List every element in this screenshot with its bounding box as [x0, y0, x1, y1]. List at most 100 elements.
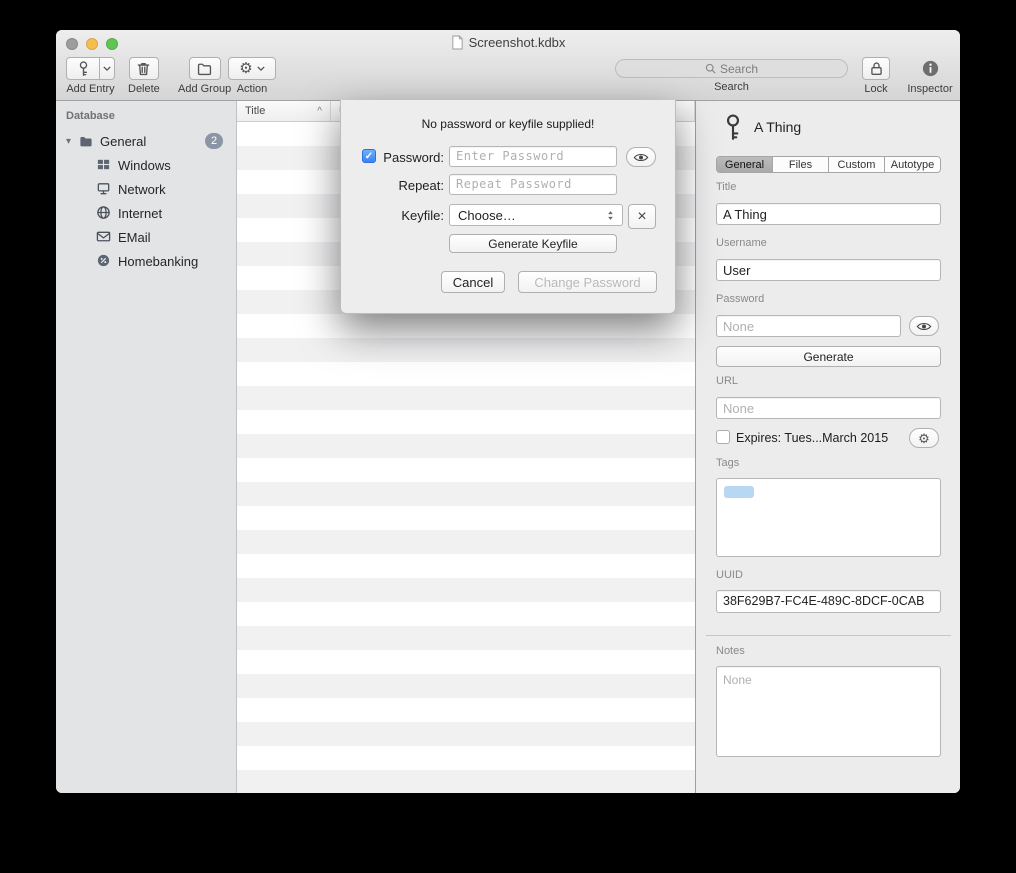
add-entry-toolbar-item: Add Entry [66, 57, 115, 95]
add-group-label: Add Group [178, 83, 231, 95]
action-button[interactable]: ⚙ [228, 57, 276, 80]
sidebar-item-label: Homebanking [118, 254, 198, 269]
search-toolbar-item: Search Search [615, 57, 848, 93]
tab-general[interactable]: General [717, 157, 773, 172]
tab-custom[interactable]: Custom [829, 157, 885, 172]
key-icon [722, 113, 744, 141]
sidebar-item-general[interactable]: ▾ General 2 [56, 129, 237, 153]
folder-icon [196, 60, 213, 77]
tags-field-label: Tags [716, 457, 739, 469]
eye-icon [633, 152, 649, 163]
search-input[interactable]: Search [615, 59, 848, 78]
sidebar-section-header: Database [66, 110, 115, 122]
network-icon [96, 181, 112, 197]
url-field-label: URL [716, 375, 738, 387]
notes-placeholder: None [723, 673, 752, 687]
sidebar-item-windows[interactable]: Windows [56, 153, 237, 177]
url-field[interactable] [716, 397, 941, 419]
add-group-button[interactable] [189, 57, 221, 80]
uuid-field-label: UUID [716, 569, 743, 581]
password-field-label: Password [716, 293, 764, 305]
repeat-label: Repeat: [341, 178, 444, 193]
sort-ascending-icon: ^ [317, 106, 322, 117]
keyfile-popup-button[interactable]: Choose… [449, 204, 623, 226]
notes-field[interactable]: None [716, 666, 941, 757]
keyfile-label: Keyfile: [341, 208, 444, 223]
generate-keyfile-button[interactable]: Generate Keyfile [449, 234, 617, 253]
generate-label: Generate [803, 350, 853, 364]
add-entry-button[interactable] [66, 57, 100, 80]
sidebar-item-label: General [100, 134, 146, 149]
show-password-button[interactable] [626, 147, 656, 167]
coin-percent-icon [96, 253, 112, 269]
trash-icon [135, 60, 152, 77]
sheet-message: No password or keyfile supplied! [341, 117, 675, 131]
chevron-down-icon [257, 66, 265, 71]
password-field[interactable] [716, 315, 901, 337]
search-label: Search [714, 81, 749, 93]
cancel-button[interactable]: Cancel [441, 271, 505, 293]
sidebar-item-email[interactable]: EMail [56, 225, 237, 249]
title-field[interactable] [716, 203, 941, 225]
section-divider [706, 635, 951, 636]
key-icon [75, 60, 92, 77]
delete-button[interactable] [129, 57, 159, 80]
inspector-panel: A Thing General Files Custom Autotype Ti… [695, 101, 960, 793]
repeat-password-input[interactable] [449, 174, 617, 195]
window-chrome: Screenshot.kdbx Add Entry Delete [56, 30, 960, 101]
tab-autotype[interactable]: Autotype [885, 157, 940, 172]
group-count-badge: 2 [205, 133, 223, 149]
column-header-title[interactable]: Title ^ [237, 101, 331, 121]
sidebar-item-network[interactable]: Network [56, 177, 237, 201]
sidebar-item-label: Network [118, 182, 166, 197]
lock-button[interactable] [862, 57, 890, 80]
action-toolbar-item: ⚙ Action [228, 57, 276, 95]
change-password-button[interactable]: Change Password [518, 271, 657, 293]
gear-icon: ⚙ [918, 432, 930, 445]
sidebar-item-internet[interactable]: Internet [56, 201, 237, 225]
uuid-field[interactable]: 38F629B7-FC4E-489C-8DCF-0CAB [716, 590, 941, 613]
generate-password-button[interactable]: Generate [716, 346, 941, 367]
notes-field-label: Notes [716, 645, 745, 657]
titlebar: Screenshot.kdbx [56, 35, 960, 50]
clear-keyfile-button[interactable]: × [628, 204, 656, 229]
close-x-icon: × [637, 208, 646, 226]
expires-settings-button[interactable]: ⚙ [909, 428, 939, 448]
expires-checkbox[interactable] [716, 430, 730, 444]
delete-label: Delete [128, 83, 160, 95]
password-sheet: No password or keyfile supplied! ✓ Passw… [340, 100, 676, 314]
disclosure-triangle-icon[interactable]: ▾ [66, 136, 78, 147]
expires-label: Expires: Tues...March 2015 [736, 431, 888, 445]
username-field-label: Username [716, 237, 767, 249]
inspector-label: Inspector [907, 83, 952, 95]
password-label: Password: [341, 150, 444, 165]
sidebar-item-label: Windows [118, 158, 171, 173]
document-proxy-icon [451, 35, 464, 50]
username-field[interactable] [716, 259, 941, 281]
inspector-button[interactable] [921, 57, 940, 80]
cancel-label: Cancel [453, 275, 493, 290]
action-label: Action [237, 83, 268, 95]
gear-icon: ⚙ [239, 61, 252, 76]
change-password-label: Change Password [534, 275, 640, 290]
column-header-label: Title [245, 105, 265, 117]
info-circle-icon [921, 59, 940, 78]
sidebar-item-homebanking[interactable]: Homebanking [56, 249, 237, 273]
tag-chip[interactable] [724, 486, 754, 498]
add-entry-label: Add Entry [66, 83, 114, 95]
app-window: Screenshot.kdbx Add Entry Delete [56, 30, 960, 793]
tags-field[interactable] [716, 478, 941, 557]
stepper-arrows-icon [607, 210, 614, 221]
inspector-toolbar-item: Inspector [901, 57, 959, 95]
window-title: Screenshot.kdbx [469, 35, 566, 50]
tab-files[interactable]: Files [773, 157, 829, 172]
sidebar-item-label: EMail [118, 230, 151, 245]
password-input[interactable] [449, 146, 617, 167]
lock-label: Lock [864, 83, 887, 95]
lock-toolbar-item: Lock [862, 57, 890, 95]
search-icon [705, 63, 716, 74]
delete-toolbar-item: Delete [128, 57, 160, 95]
lock-icon [869, 60, 884, 77]
show-password-button[interactable] [909, 316, 939, 336]
add-entry-dropdown-button[interactable] [100, 57, 115, 80]
